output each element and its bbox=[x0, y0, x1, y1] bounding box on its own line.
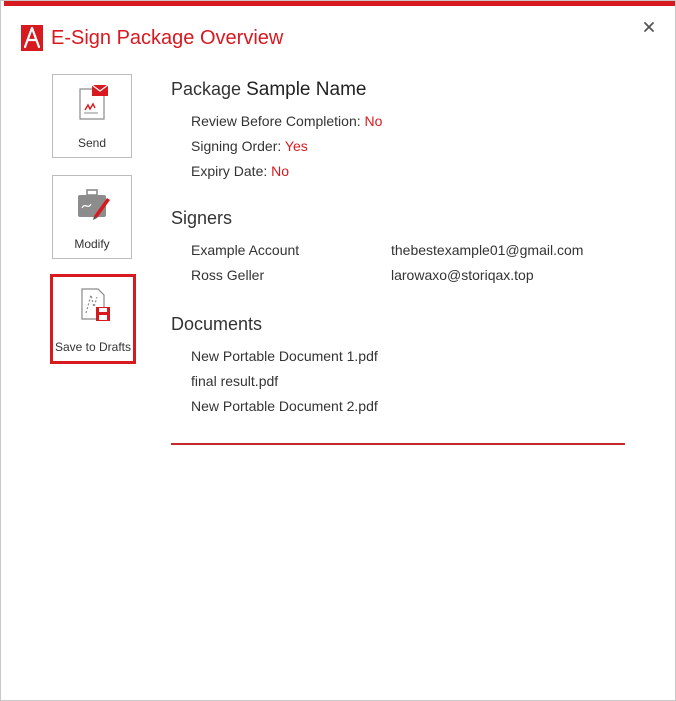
expiry-setting: Expiry Date: No bbox=[191, 159, 631, 184]
package-name: Sample Name bbox=[246, 79, 367, 100]
modify-label: Modify bbox=[74, 237, 110, 251]
document-item: New Portable Document 2.pdf bbox=[191, 398, 378, 414]
review-value: No bbox=[364, 113, 383, 129]
documents-list: New Portable Document 1.pdf final result… bbox=[171, 344, 631, 419]
signers-list: Example Account thebestexample01@gmail.c… bbox=[171, 238, 631, 288]
signer-email: larowaxo@storiqax.top bbox=[391, 267, 534, 283]
document-item: final result.pdf bbox=[191, 373, 279, 389]
section-divider bbox=[171, 443, 625, 445]
send-document-icon bbox=[79, 85, 109, 120]
package-details: Package Sample Name Review Before Comple… bbox=[171, 75, 631, 419]
modify-button[interactable]: Modify bbox=[52, 175, 132, 259]
signer-name: Ross Geller bbox=[191, 267, 265, 283]
package-prefix: Package bbox=[171, 79, 242, 99]
signer-name: Example Account bbox=[191, 242, 300, 258]
document-item: New Portable Document 1.pdf bbox=[191, 348, 378, 364]
modify-briefcase-icon bbox=[78, 189, 110, 220]
signers-heading: Signers bbox=[171, 208, 233, 228]
acrobat-logo-icon bbox=[21, 25, 43, 51]
accent-bar-gap bbox=[1, 1, 4, 6]
close-icon[interactable] bbox=[641, 19, 657, 35]
accent-bar bbox=[1, 1, 675, 6]
signing-order-label: Signing Order: bbox=[191, 138, 282, 154]
review-label: Review Before Completion: bbox=[191, 113, 361, 129]
review-setting: Review Before Completion: No bbox=[191, 109, 631, 134]
send-button[interactable]: Send bbox=[52, 74, 132, 158]
package-heading: Package Sample Name bbox=[171, 75, 631, 103]
save-to-drafts-button[interactable]: Save to Drafts bbox=[50, 274, 136, 364]
dialog-header: E-Sign Package Overview bbox=[21, 25, 283, 51]
dialog-title: E-Sign Package Overview bbox=[51, 26, 284, 49]
save-draft-icon bbox=[81, 288, 110, 321]
signing-order-setting: Signing Order: Yes bbox=[191, 134, 631, 159]
documents-heading: Documents bbox=[171, 314, 263, 334]
expiry-label: Expiry Date: bbox=[191, 163, 268, 179]
esign-overview-dialog: E-Sign Package Overview Send Modify Save… bbox=[0, 0, 676, 701]
expiry-value: No bbox=[271, 163, 290, 179]
signer-row: Ross Geller larowaxo@storiqax.top bbox=[171, 263, 631, 288]
signing-order-value: Yes bbox=[284, 138, 308, 154]
package-settings: Review Before Completion: No Signing Ord… bbox=[171, 109, 631, 184]
signer-row: Example Account thebestexample01@gmail.c… bbox=[171, 238, 631, 263]
save-to-drafts-label: Save to Drafts bbox=[54, 340, 132, 354]
send-label: Send bbox=[77, 136, 107, 150]
signer-email: thebestexample01@gmail.com bbox=[391, 242, 584, 258]
